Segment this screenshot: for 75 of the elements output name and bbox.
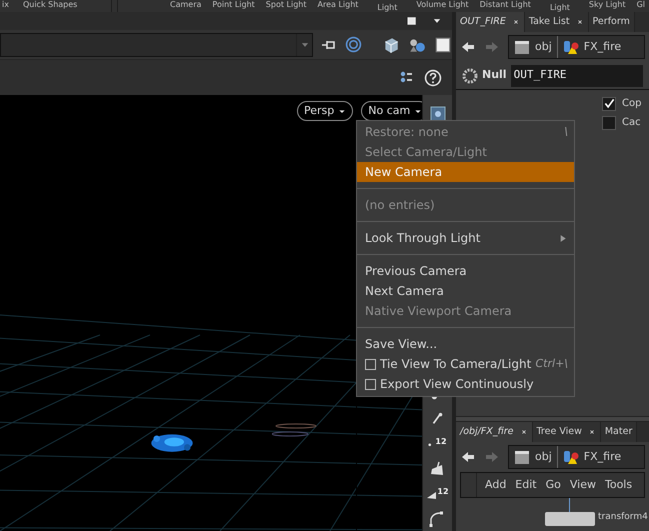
camera-icon[interactable]	[430, 106, 446, 122]
dropdown-field[interactable]	[0, 32, 313, 56]
shelf-tool-label[interactable]: Spot Light	[266, 0, 306, 12]
menu-item[interactable]: Next Camera	[357, 281, 574, 301]
shapes-icon	[562, 449, 579, 465]
camera-dropdown-button[interactable]: Persp	[297, 101, 354, 121]
shelf-tool-label[interactable]: Gl	[636, 0, 646, 12]
shelf-tab[interactable]: Quick Shapes	[22, 0, 78, 12]
curve-icon[interactable]	[429, 510, 446, 526]
back-arrow-icon[interactable]	[460, 39, 476, 55]
network-node[interactable]	[545, 512, 595, 526]
checkbox[interactable]	[602, 96, 616, 110]
path-segment[interactable]: obj	[509, 446, 558, 468]
help-icon[interactable]	[424, 68, 442, 86]
target-icon[interactable]	[345, 36, 362, 53]
path-bar[interactable]: obj FX_fire	[508, 445, 645, 469]
menu-bar-item[interactable]: View	[570, 476, 596, 494]
shapes-icon	[562, 39, 579, 55]
clapboard-icon	[514, 39, 530, 55]
shelf-tool-label[interactable]: Volume Light	[416, 0, 469, 12]
triangle-icon[interactable]	[426, 490, 438, 500]
checkbox[interactable]	[365, 358, 376, 370]
menu-bar-item[interactable]: Go	[546, 476, 561, 494]
checkbox[interactable]	[602, 116, 616, 130]
toggle-label: Cac	[622, 116, 641, 130]
node-type-label: Null	[482, 67, 507, 84]
close-icon[interactable]	[520, 428, 528, 436]
shortcut-label: Ctrl+\	[536, 356, 568, 372]
menu-item[interactable]: Save View...	[357, 334, 574, 354]
shelf-tool-label[interactable]: Camera	[170, 0, 202, 12]
shelf-tool-label[interactable]: Light	[369, 3, 406, 12]
path-bar[interactable]: obj FX_fire	[508, 35, 645, 59]
node-label: transform4	[598, 511, 648, 524]
checkbox[interactable]	[365, 378, 376, 390]
shelf-tool-label[interactable]: Area Light	[317, 0, 358, 12]
close-icon[interactable]	[512, 18, 520, 26]
node-name-field[interactable]: OUT_FIRE	[510, 64, 643, 86]
close-icon[interactable]	[576, 18, 584, 26]
close-icon[interactable]	[588, 428, 596, 436]
menu-item[interactable]: New Camera	[357, 162, 574, 182]
shelf-tool-label[interactable]: Sky Light	[588, 0, 626, 12]
menu-item[interactable]: Export View Continuously	[357, 374, 574, 394]
menu-bar-item[interactable]: Edit	[515, 476, 537, 494]
submenu-arrow-icon	[559, 234, 568, 242]
checkmark-icon	[604, 98, 614, 109]
pane-tab[interactable]: Mater	[600, 422, 638, 442]
path-segment[interactable]: obj	[509, 36, 558, 58]
count-label: 12	[435, 438, 447, 446]
menu-bar-item[interactable]: Tools	[604, 476, 632, 494]
square-icon[interactable]	[434, 36, 452, 54]
shortcut-label: \	[564, 124, 568, 140]
count-label: 12	[437, 488, 449, 496]
menu-item[interactable]: Previous Camera	[357, 261, 574, 281]
pane-tab[interactable]: OUT_FIRE	[456, 12, 525, 32]
shelf-tab[interactable]: ix	[2, 0, 9, 12]
camera-dropdown-button[interactable]: No cam	[361, 101, 422, 121]
shelf-tool-label[interactable]: Light	[542, 3, 578, 12]
shelf-tool-label[interactable]: Distant Light	[480, 0, 531, 12]
cone-icon[interactable]	[429, 460, 446, 476]
menu-bar-item[interactable]: Add	[485, 476, 506, 494]
gear-icon[interactable]	[462, 68, 478, 84]
pen-icon[interactable]	[430, 412, 444, 426]
square-icon[interactable]	[406, 15, 418, 27]
toggle-label: Cop	[622, 97, 642, 111]
pane-tab[interactable]: Tree View	[532, 422, 601, 442]
menu-item[interactable]: Tie View To Camera/Light Ctrl+\	[357, 354, 574, 374]
pane-tab[interactable]: /obj/FX_fire	[456, 422, 532, 442]
menu-item[interactable]: Look Through Light	[357, 228, 574, 248]
shelf-tool-label[interactable]: Point Light	[212, 0, 255, 12]
pane-tab[interactable]: Perform	[588, 12, 635, 32]
path-segment[interactable]: FX_fire	[558, 36, 626, 58]
back-arrow-icon[interactable]	[460, 449, 476, 465]
pane-tab[interactable]: Take List	[524, 12, 589, 32]
clapboard-icon	[514, 449, 530, 465]
path-segment[interactable]: FX_fire	[558, 446, 626, 468]
